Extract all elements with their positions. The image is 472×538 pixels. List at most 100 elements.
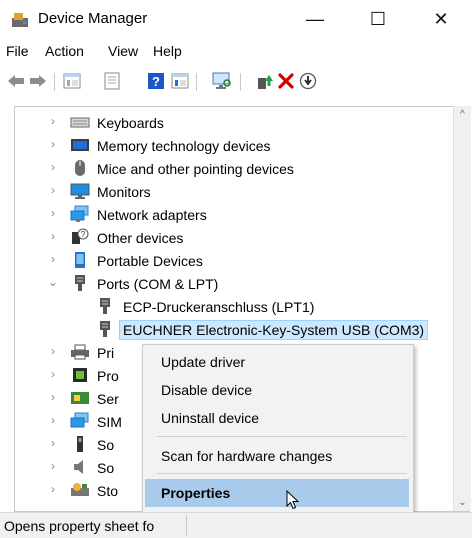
tree-item-euchner-com3[interactable]: EUCHNER Electronic-Key-System USB (COM3) [15, 318, 455, 342]
tree-item-label: Pro [97, 368, 119, 384]
expand-chevron-icon[interactable]: › [48, 413, 58, 427]
close-button[interactable]: ✕ [418, 0, 464, 38]
port-icon [95, 297, 115, 315]
expand-chevron-icon[interactable]: › [48, 367, 58, 381]
window-title: Device Manager [38, 10, 148, 27]
collapse-chevron-icon[interactable]: ⌄ [48, 275, 58, 289]
software-icon [70, 435, 90, 453]
toolbar: ? [0, 66, 472, 96]
keyboard-icon [70, 113, 90, 131]
expand-chevron-icon[interactable]: › [48, 252, 58, 266]
menu-separator [157, 473, 407, 474]
tree-item-portable-devices[interactable]: › Portable Devices [15, 249, 455, 273]
expand-chevron-icon[interactable]: › [48, 482, 58, 496]
expand-chevron-icon[interactable]: › [48, 459, 58, 473]
scan-monitor-icon[interactable] [212, 71, 232, 91]
uninstall-icon[interactable] [276, 71, 296, 91]
menu-help[interactable]: Help [153, 43, 182, 59]
update-driver-menu-item[interactable]: Update driver [145, 348, 409, 376]
tree-item-label: Sto [97, 483, 119, 499]
forward-icon[interactable] [28, 71, 48, 91]
svg-text:?: ? [81, 230, 86, 239]
scroll-up-icon[interactable]: ^ [454, 106, 471, 123]
device-manager-icon [12, 13, 28, 27]
tree-item-mice[interactable]: › Mice and other pointing devices [15, 157, 455, 181]
expand-chevron-icon[interactable]: › [48, 114, 58, 128]
expand-chevron-icon[interactable]: › [48, 160, 58, 174]
tree-item-label: Portable Devices [97, 253, 203, 269]
close-icon: ✕ [433, 8, 449, 29]
expand-chevron-icon[interactable]: › [48, 436, 58, 450]
disable-device-menu-item[interactable]: Disable device [145, 376, 409, 404]
tree-item-keyboards[interactable]: › Keyboards [15, 111, 455, 135]
other-devices-icon: ? [70, 228, 90, 246]
tree-item-ports[interactable]: ⌄ Ports (COM & LPT) [15, 272, 455, 296]
port-icon [70, 274, 90, 292]
scan-hardware-menu-item[interactable]: Scan for hardware changes [145, 442, 409, 470]
back-icon[interactable] [6, 71, 26, 91]
tree-item-label: Other devices [97, 230, 184, 246]
tree-item-network-adapters[interactable]: › Network adapters [15, 203, 455, 227]
expand-chevron-icon[interactable]: › [48, 229, 58, 243]
status-bar: Opens property sheet fo [0, 512, 472, 538]
toolbar-separator [196, 73, 197, 91]
tree-item-other-devices[interactable]: › ? Other devices [15, 226, 455, 250]
help-icon[interactable]: ? [146, 71, 166, 91]
tree-view-icon[interactable] [62, 71, 82, 91]
vertical-scrollbar[interactable]: ^ ⌄ [453, 106, 471, 511]
port-icon [95, 320, 115, 338]
expand-chevron-icon[interactable]: › [48, 137, 58, 151]
menu-item-label: Disable device [161, 382, 253, 398]
details-icon[interactable] [170, 71, 190, 91]
menu-item-label: Update driver [161, 354, 246, 370]
tree-item-label: ECP-Druckeranschluss (LPT1) [123, 299, 315, 315]
tree-item-label: So [97, 460, 115, 476]
status-text: Opens property sheet fo [4, 518, 155, 534]
disable-icon[interactable] [298, 71, 318, 91]
tree-item-monitors[interactable]: › Monitors [15, 180, 455, 204]
tree-item-label: Ser [97, 391, 119, 407]
expand-chevron-icon[interactable]: › [48, 183, 58, 197]
scroll-down-icon[interactable]: ⌄ [454, 494, 471, 511]
tree-item-label: Mice and other pointing devices [97, 161, 294, 177]
context-menu: Update driver Disable device Uninstall d… [142, 344, 414, 513]
mouse-cursor-icon [286, 490, 300, 510]
memory-icon [70, 136, 90, 154]
expand-chevron-icon[interactable]: › [48, 206, 58, 220]
maximize-icon: ☐ [369, 8, 387, 29]
menu-view[interactable]: View [108, 43, 138, 59]
title-bar: Device Manager — ☐ ✕ [0, 0, 472, 38]
expand-chevron-icon[interactable]: › [48, 344, 58, 358]
expand-chevron-icon[interactable]: › [48, 390, 58, 404]
maximize-button[interactable]: ☐ [355, 0, 401, 38]
security-icon [70, 389, 90, 407]
tree-item-label: Pri [97, 345, 115, 361]
tree-item-label: Monitors [97, 184, 151, 200]
tree-item-memory-technology[interactable]: › Memory technology devices [15, 134, 455, 158]
status-divider [186, 515, 187, 536]
tree-item-label: SIM [97, 414, 122, 430]
tree-item-label: Memory technology devices [97, 138, 271, 154]
menu-action[interactable]: Action [45, 43, 84, 59]
menu-separator [157, 436, 407, 437]
sound-icon [70, 458, 90, 476]
tree-item-label: Keyboards [97, 115, 164, 131]
properties-icon[interactable] [102, 71, 122, 91]
svg-text:?: ? [152, 74, 160, 89]
printer-icon [70, 343, 90, 361]
tree-item-label: EUCHNER Electronic-Key-System USB (COM3) [119, 320, 429, 340]
tree-item-label: Ports (COM & LPT) [97, 276, 219, 292]
tree-item-label: So [97, 437, 115, 453]
uninstall-device-menu-item[interactable]: Uninstall device [145, 404, 409, 432]
minimize-icon: — [306, 8, 324, 29]
menu-item-label: Properties [161, 485, 231, 501]
menu-item-label: Scan for hardware changes [161, 448, 333, 464]
portable-device-icon [70, 251, 90, 269]
tree-item-ecp-lpt1[interactable]: ECP-Druckeranschluss (LPT1) [15, 295, 455, 319]
menu-file[interactable]: File [6, 43, 29, 59]
minimize-button[interactable]: — [292, 0, 338, 38]
update-driver-icon[interactable] [254, 71, 274, 91]
properties-menu-item[interactable]: Properties [145, 479, 409, 507]
network-icon [70, 205, 90, 223]
sim-icon [70, 412, 90, 430]
